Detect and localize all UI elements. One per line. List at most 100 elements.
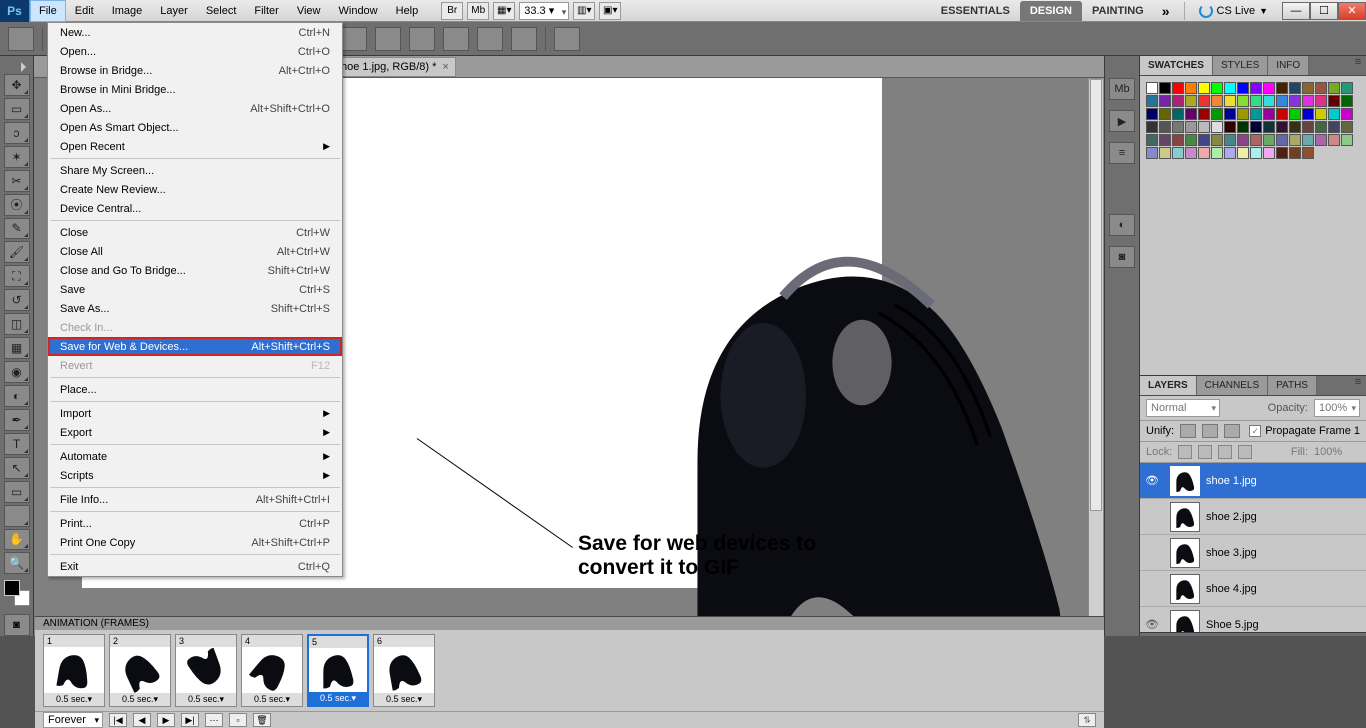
animation-tab[interactable]: ANIMATION (FRAMES) [35, 617, 1104, 630]
swatch[interactable] [1237, 134, 1249, 146]
swatch[interactable] [1172, 108, 1184, 120]
tool-preset-icon[interactable] [8, 27, 34, 51]
animation-frame[interactable]: 4 0.5 sec.▾ [241, 634, 303, 707]
play-button[interactable]: ▶ [157, 713, 175, 727]
swatch[interactable] [1224, 82, 1236, 94]
swatch[interactable] [1198, 82, 1210, 94]
quick-mask-icon[interactable]: ◙ [4, 614, 30, 636]
swatch[interactable] [1198, 95, 1210, 107]
move-tool[interactable]: ✥ [4, 74, 30, 96]
panel-menu-icon[interactable]: ≡ [1350, 56, 1366, 75]
swatch[interactable] [1185, 147, 1197, 159]
menu-item-close-and-go-to-bridge[interactable]: Close and Go To Bridge...Shift+Ctrl+W [48, 261, 342, 280]
menu-item-close-all[interactable]: Close AllAlt+Ctrl+W [48, 242, 342, 261]
menu-item-place[interactable]: Place... [48, 380, 342, 399]
swatch[interactable] [1146, 121, 1158, 133]
menu-item-share-my-screen[interactable]: Share My Screen... [48, 161, 342, 180]
loop-select[interactable]: Forever▾ [43, 712, 103, 728]
animation-frame[interactable]: 6 0.5 sec.▾ [373, 634, 435, 707]
swatch[interactable] [1211, 134, 1223, 146]
swatch[interactable] [1185, 82, 1197, 94]
swatch[interactable] [1250, 134, 1262, 146]
zoom-dropdown[interactable]: 33.3 ▾ [519, 2, 569, 20]
fg-bg-color[interactable] [4, 580, 30, 606]
swatch[interactable] [1315, 95, 1327, 107]
swatch[interactable] [1276, 108, 1288, 120]
animation-frame[interactable]: 2 0.5 sec.▾ [109, 634, 171, 707]
marquee-tool[interactable]: ▭ [4, 98, 30, 120]
swatch[interactable] [1315, 82, 1327, 94]
swatch[interactable] [1289, 121, 1301, 133]
maximize-button[interactable]: ☐ [1310, 2, 1338, 20]
swatch[interactable] [1328, 82, 1340, 94]
menu-edit[interactable]: Edit [66, 0, 103, 22]
unify-visibility-icon[interactable] [1202, 424, 1218, 438]
menu-item-print[interactable]: Print...Ctrl+P [48, 514, 342, 533]
menu-item-create-new-review[interactable]: Create New Review... [48, 180, 342, 199]
delete-frame-button[interactable]: 🗑 [253, 713, 271, 727]
menu-layer[interactable]: Layer [151, 0, 197, 22]
workspace-tab-painting[interactable]: PAINTING [1082, 1, 1154, 21]
stamp-tool[interactable]: ⛶ [4, 265, 30, 287]
pen-tool[interactable]: ✒ [4, 409, 30, 431]
view-extras-icon[interactable]: ▦▾ [493, 2, 515, 20]
swatch[interactable] [1302, 82, 1314, 94]
tab-paths[interactable]: PATHS [1268, 376, 1317, 395]
distribute-1-icon[interactable] [341, 27, 367, 51]
swatch[interactable] [1211, 108, 1223, 120]
menu-item-save-as[interactable]: Save As...Shift+Ctrl+S [48, 299, 342, 318]
swatch[interactable] [1276, 95, 1288, 107]
new-frame-button[interactable]: ▫ [229, 713, 247, 727]
propagate-checkbox[interactable]: ✓Propagate Frame 1 [1249, 425, 1360, 437]
menu-item-browse-in-mini-bridge[interactable]: Browse in Mini Bridge... [48, 80, 342, 99]
hand-tool[interactable]: ✋ [4, 529, 30, 551]
swatch[interactable] [1159, 95, 1171, 107]
distribute-4-icon[interactable] [443, 27, 469, 51]
zoom-tool[interactable]: 🔍 [4, 552, 30, 574]
swatch[interactable] [1276, 147, 1288, 159]
brush-tool[interactable]: 🖌 [4, 241, 30, 263]
swatch[interactable] [1289, 95, 1301, 107]
swatch[interactable] [1302, 95, 1314, 107]
swatch[interactable] [1172, 134, 1184, 146]
swatch[interactable] [1224, 134, 1236, 146]
swatch[interactable] [1315, 108, 1327, 120]
swatch[interactable] [1211, 147, 1223, 159]
swatch[interactable] [1172, 95, 1184, 107]
swatch[interactable] [1185, 121, 1197, 133]
cs-live-button[interactable]: CS Live ▼ [1191, 4, 1276, 18]
swatch[interactable] [1211, 95, 1223, 107]
swatch[interactable] [1198, 134, 1210, 146]
swatch[interactable] [1185, 108, 1197, 120]
lock-all-icon[interactable] [1238, 445, 1252, 459]
eyedropper-tool[interactable]: ⦿ [4, 194, 30, 216]
lock-transparent-icon[interactable] [1178, 445, 1192, 459]
workspace-tab-design[interactable]: DESIGN [1020, 1, 1082, 21]
vertical-scrollbar[interactable] [1088, 78, 1104, 620]
swatch[interactable] [1237, 82, 1249, 94]
menu-image[interactable]: Image [103, 0, 152, 22]
minibridge-icon[interactable]: Mb [467, 2, 489, 20]
menu-item-import[interactable]: Import▶ [48, 404, 342, 423]
swatch[interactable] [1250, 121, 1262, 133]
next-frame-button[interactable]: ▶| [181, 713, 199, 727]
swatch[interactable] [1224, 121, 1236, 133]
swatch[interactable] [1224, 147, 1236, 159]
swatch[interactable] [1185, 134, 1197, 146]
swatch[interactable] [1341, 121, 1353, 133]
swatch[interactable] [1315, 121, 1327, 133]
tween-button[interactable]: ⋯ [205, 713, 223, 727]
crop-tool[interactable]: ✂ [4, 170, 30, 192]
swatch[interactable] [1146, 95, 1158, 107]
swatch[interactable] [1172, 82, 1184, 94]
swatch[interactable] [1211, 121, 1223, 133]
blend-mode-select[interactable]: Normal [1146, 399, 1220, 417]
close-button[interactable]: ✕ [1338, 2, 1366, 20]
menu-item-open[interactable]: Open...Ctrl+O [48, 42, 342, 61]
menu-item-browse-in-bridge[interactable]: Browse in Bridge...Alt+Ctrl+O [48, 61, 342, 80]
distribute-3-icon[interactable] [409, 27, 435, 51]
swatch[interactable] [1159, 82, 1171, 94]
actions-panel-icon[interactable]: ≡ [1109, 142, 1135, 164]
swatch[interactable] [1263, 95, 1275, 107]
menu-filter[interactable]: Filter [245, 0, 287, 22]
